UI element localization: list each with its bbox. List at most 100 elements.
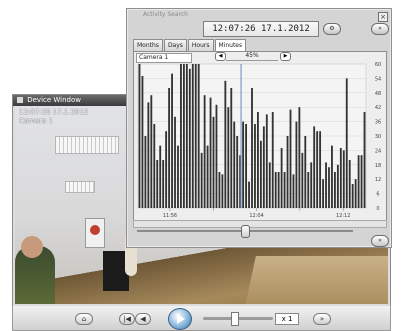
expand-button[interactable]: » bbox=[313, 313, 331, 325]
y-tick-label: 54 bbox=[375, 76, 381, 82]
close-icon[interactable]: × bbox=[378, 12, 388, 22]
activity-bar bbox=[354, 179, 357, 208]
ceiling-light bbox=[55, 136, 119, 154]
activity-bar bbox=[357, 155, 360, 208]
play-button[interactable] bbox=[168, 308, 192, 330]
y-tick-label: 48 bbox=[375, 91, 381, 97]
activity-bar bbox=[156, 160, 159, 208]
x-tick-label: 12:12 bbox=[336, 213, 350, 219]
wall-poster bbox=[85, 218, 105, 248]
activity-bar bbox=[209, 97, 212, 208]
activity-bar bbox=[336, 164, 339, 208]
activity-bar bbox=[259, 140, 262, 208]
activity-bar bbox=[265, 114, 268, 208]
activity-bar bbox=[188, 68, 191, 208]
activity-bar bbox=[307, 172, 310, 208]
activity-bar bbox=[301, 152, 304, 208]
tab-hours[interactable]: Hours bbox=[187, 39, 214, 51]
activity-bar bbox=[310, 162, 313, 208]
x-tick-label: 12:04 bbox=[249, 213, 263, 219]
activity-bar bbox=[325, 162, 327, 208]
activity-bar bbox=[171, 73, 173, 208]
activity-bar bbox=[224, 80, 227, 208]
y-tick-label: 18 bbox=[375, 163, 381, 169]
activity-bar bbox=[174, 116, 176, 208]
activity-search-title: Activity Search bbox=[143, 11, 188, 18]
activity-bar bbox=[331, 145, 333, 208]
play-reverse-button[interactable]: ◀ bbox=[135, 313, 151, 325]
zoom-in-button[interactable]: ▶ bbox=[280, 52, 291, 61]
activity-bar bbox=[295, 121, 298, 208]
speed-slider-thumb[interactable] bbox=[231, 312, 239, 326]
activity-bar bbox=[141, 76, 144, 208]
activity-bar bbox=[319, 131, 322, 208]
snapshot-button[interactable]: ⌂ bbox=[75, 313, 93, 325]
activity-bar-chart[interactable]: 0 6 12 18 24 30 36 42 48 54 60 11:56 12:04 12:12 bbox=[134, 62, 386, 220]
activity-bar bbox=[242, 121, 245, 208]
activity-bar bbox=[236, 136, 239, 208]
activity-bar bbox=[147, 102, 150, 208]
y-tick-label: 12 bbox=[375, 177, 381, 183]
activity-bar bbox=[328, 167, 330, 208]
activity-bar bbox=[283, 172, 286, 208]
collapse-icon[interactable]: » bbox=[371, 235, 389, 247]
time-slider-thumb[interactable] bbox=[241, 225, 250, 238]
activity-bar bbox=[206, 145, 209, 208]
activity-bar bbox=[182, 64, 185, 208]
activity-bar bbox=[197, 64, 200, 208]
activity-bar bbox=[221, 174, 224, 208]
activity-bar bbox=[230, 88, 233, 208]
y-tick-label: 24 bbox=[375, 148, 381, 154]
activity-bar bbox=[342, 150, 345, 208]
activity-bar bbox=[254, 124, 256, 208]
activity-bar bbox=[316, 131, 319, 208]
activity-bar bbox=[351, 184, 354, 208]
activity-bar bbox=[165, 131, 168, 208]
activity-bar bbox=[168, 88, 171, 208]
activity-bar bbox=[144, 136, 147, 208]
activity-bar bbox=[138, 64, 141, 208]
y-tick-label: 42 bbox=[375, 105, 381, 111]
zoom-out-button[interactable]: ◀ bbox=[215, 52, 226, 61]
activity-bar bbox=[262, 126, 265, 208]
activity-bar bbox=[203, 95, 206, 208]
activity-bar bbox=[200, 152, 203, 208]
zoom-level: 45% bbox=[226, 52, 278, 61]
activity-bar bbox=[227, 107, 230, 208]
activity-bar bbox=[159, 145, 162, 208]
y-tick-label: 6 bbox=[376, 192, 379, 198]
activity-bar bbox=[271, 112, 274, 208]
tab-days[interactable]: Days bbox=[163, 39, 187, 51]
tab-months[interactable]: Months bbox=[133, 39, 163, 51]
activity-bar bbox=[245, 124, 247, 208]
playback-controls: ⌂ |◀ ◀ x 1 » bbox=[12, 306, 391, 331]
chart-scrollbar[interactable] bbox=[133, 220, 387, 228]
activity-bar bbox=[233, 121, 236, 208]
activity-bar bbox=[177, 145, 179, 208]
activity-bar bbox=[298, 107, 301, 208]
activity-bar bbox=[248, 181, 250, 208]
window-icon bbox=[17, 97, 23, 103]
y-tick-label: 36 bbox=[375, 120, 381, 126]
activity-search-window: Activity Search × 12:07:26 17.1.2012 ⚙ »… bbox=[126, 8, 392, 248]
activity-bar bbox=[218, 172, 221, 208]
settings-icon[interactable]: ⚙ bbox=[323, 23, 341, 35]
activity-bar bbox=[257, 112, 259, 208]
activity-bar bbox=[215, 104, 218, 208]
cardboard-box bbox=[244, 256, 388, 304]
activity-bar bbox=[345, 78, 348, 209]
activity-bar bbox=[292, 174, 295, 208]
person-head bbox=[21, 236, 43, 258]
y-tick-label: 60 bbox=[375, 62, 381, 68]
y-tick-label: 30 bbox=[375, 134, 381, 140]
step-back-button[interactable]: |◀ bbox=[119, 313, 135, 325]
activity-bar bbox=[280, 148, 283, 208]
activity-bar bbox=[180, 64, 182, 208]
activity-bar bbox=[185, 64, 188, 208]
activity-bar bbox=[274, 172, 277, 208]
video-timestamp: 12:07:26 17.1.2012 bbox=[19, 108, 89, 116]
activity-bar bbox=[194, 64, 197, 208]
expand-icon[interactable]: » bbox=[371, 23, 389, 35]
activity-bar bbox=[339, 148, 342, 208]
activity-bar bbox=[333, 172, 336, 208]
